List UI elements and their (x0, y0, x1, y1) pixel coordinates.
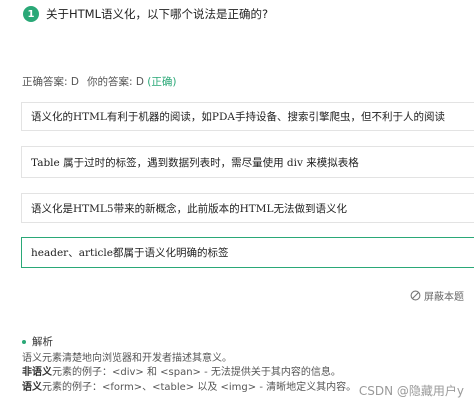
question-header: 1 关于HTML语义化，以下哪个说法是正确的? (23, 6, 268, 22)
option-b[interactable]: Table 属于过时的标签，遇到数据列表时，需尽量使用 div 来模拟表格 (21, 146, 474, 178)
analysis-line-1: 语义元素清楚地向浏览器和开发者描述其意义。 (22, 352, 232, 364)
analysis-line-2: 非语义元素的例子：<div> 和 <span> - 无法提供关于其内容的信息。 (22, 366, 462, 381)
option-a-text: 语义化的HTML有利于机器的阅读，如PDA手持设备、搜索引擎爬虫，但不利于人的阅… (31, 111, 445, 123)
option-d[interactable]: header、article都属于语义化明确的标签 (21, 237, 474, 268)
question-number-badge: 1 (23, 6, 39, 22)
semantic-term: 语义 (22, 381, 42, 393)
hide-question-button[interactable]: 屏蔽本题 (410, 288, 464, 303)
correct-answer-label: 正确答案: D (22, 76, 79, 88)
answer-summary: 正确答案: D 你的答案: D (正确) (22, 74, 176, 89)
analysis-line-3-text: 元素的例子：<form>、<table> 以及 <img> - 清晰地定义其内容… (42, 381, 357, 393)
block-icon (410, 290, 421, 301)
watermark: CSDN @隐藏用户y (358, 384, 464, 398)
option-a[interactable]: 语义化的HTML有利于机器的阅读，如PDA手持设备、搜索引擎爬虫，但不利于人的阅… (21, 102, 474, 131)
question-text: 关于HTML语义化，以下哪个说法是正确的? (46, 7, 269, 21)
option-c[interactable]: 语义化是HTML5带来的新概念，此前版本的HTML无法做到语义化 (21, 193, 474, 223)
non-semantic-term: 非语义 (22, 367, 52, 378)
option-d-text: header、article都属于语义化明确的标签 (31, 247, 229, 259)
analysis-title-text: 解析 (32, 336, 53, 348)
option-c-text: 语义化是HTML5带来的新概念，此前版本的HTML无法做到语义化 (31, 202, 347, 215)
hide-question-label: 屏蔽本题 (424, 292, 464, 303)
answer-status: (正确) (147, 76, 177, 88)
analysis-line-2-text: 元素的例子：<div> 和 <span> - 无法提供关于其内容的信息。 (52, 367, 341, 378)
analysis-title: 解析 (22, 335, 462, 350)
option-b-text: Table 属于过时的标签，遇到数据列表时，需尽量使用 div 来模拟表格 (31, 156, 359, 169)
bullet-dot-icon (22, 340, 26, 345)
your-answer-label: 你的答案: D (86, 76, 144, 88)
